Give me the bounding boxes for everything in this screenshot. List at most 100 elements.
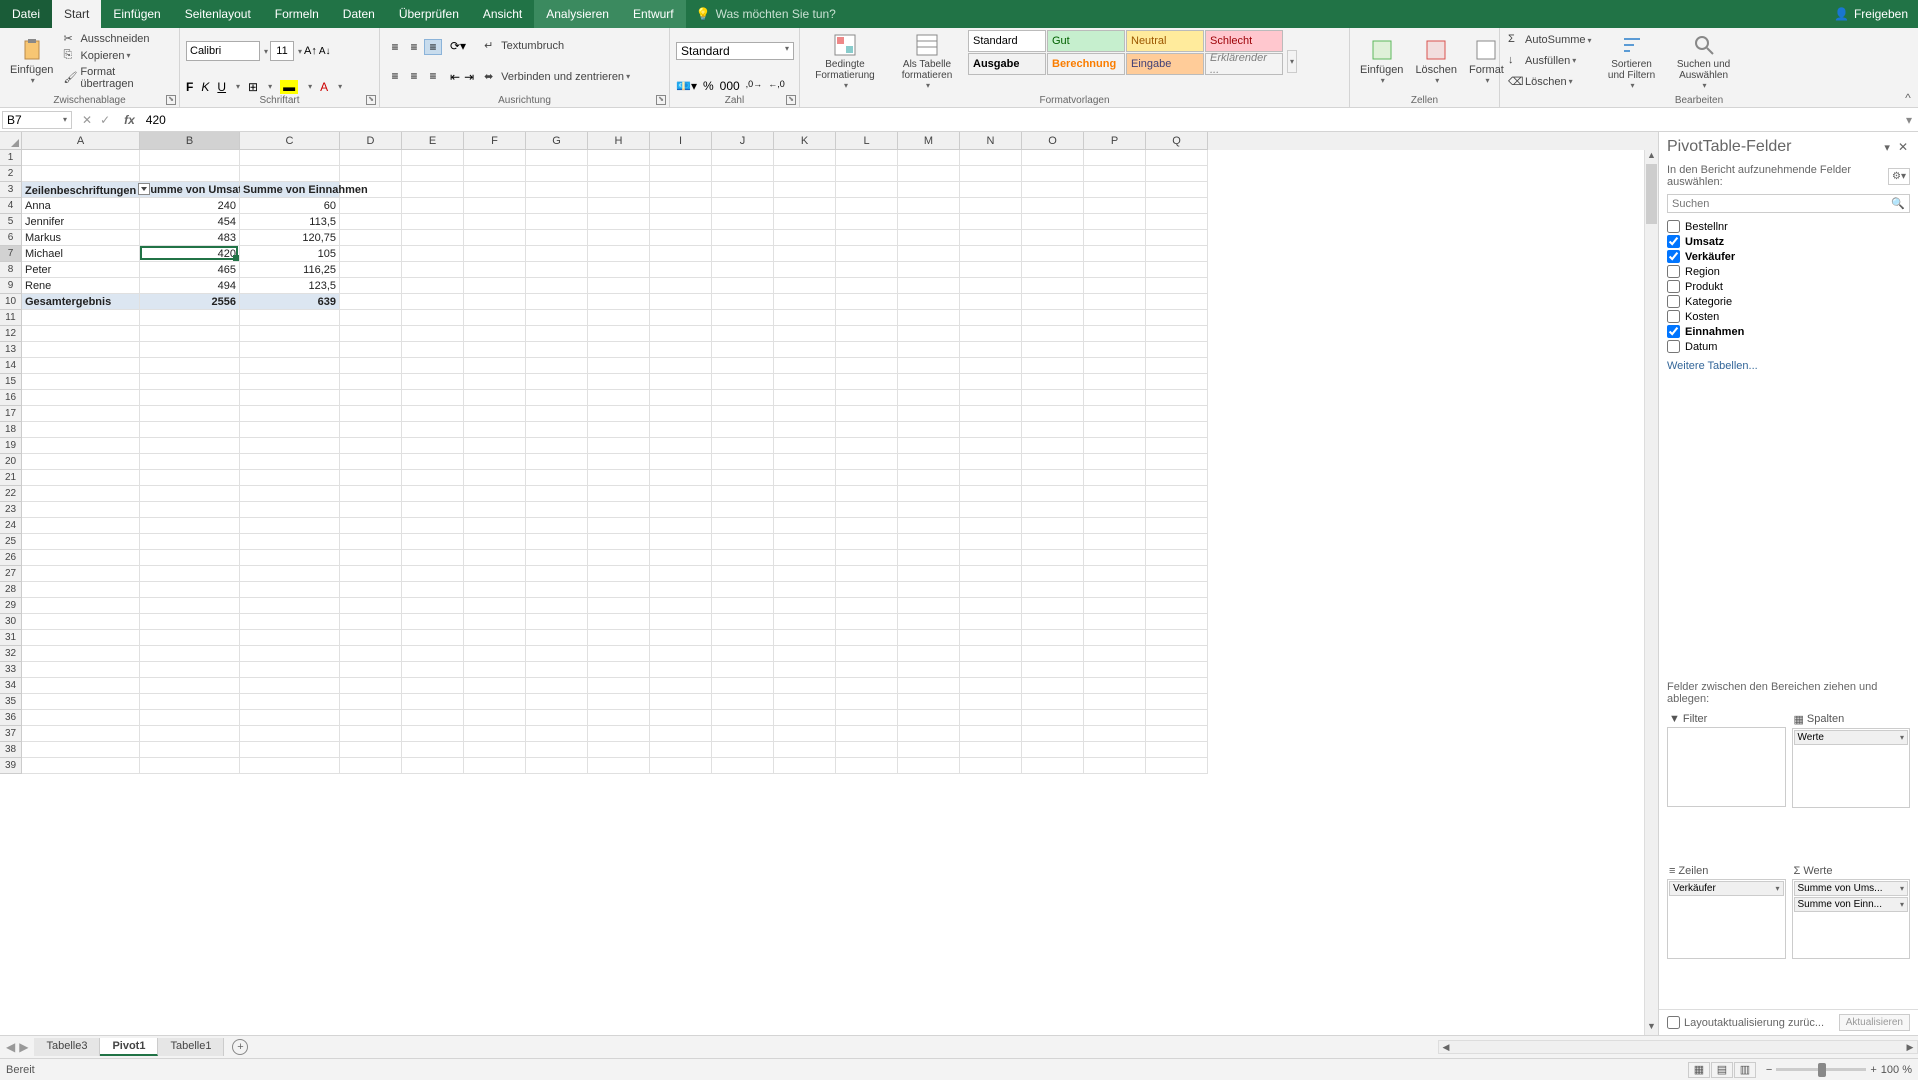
cell[interactable]: [22, 310, 140, 326]
tab-einfuegen[interactable]: Einfügen: [101, 0, 172, 28]
cell[interactable]: [464, 310, 526, 326]
row-header[interactable]: 37: [0, 726, 22, 742]
cell[interactable]: [650, 278, 712, 294]
cell[interactable]: [1022, 742, 1084, 758]
cell[interactable]: [402, 454, 464, 470]
cell[interactable]: [464, 358, 526, 374]
cell[interactable]: [464, 342, 526, 358]
cell[interactable]: [1146, 342, 1208, 358]
cell[interactable]: [464, 182, 526, 198]
cell[interactable]: [340, 662, 402, 678]
cell[interactable]: [402, 502, 464, 518]
cell[interactable]: [402, 518, 464, 534]
cell[interactable]: [588, 518, 650, 534]
cell[interactable]: [340, 678, 402, 694]
increase-indent-button[interactable]: ⇥: [464, 70, 474, 84]
cell[interactable]: [588, 534, 650, 550]
cell[interactable]: [526, 518, 588, 534]
cell[interactable]: [898, 582, 960, 598]
cell[interactable]: [526, 150, 588, 166]
scroll-right-button[interactable]: ▶: [1903, 1042, 1917, 1053]
close-pane-button[interactable]: ✕: [1896, 138, 1910, 156]
cell[interactable]: [464, 758, 526, 774]
cell[interactable]: [1022, 582, 1084, 598]
cell[interactable]: [774, 182, 836, 198]
cell[interactable]: [1022, 518, 1084, 534]
cell[interactable]: [1022, 326, 1084, 342]
cell[interactable]: [240, 342, 340, 358]
column-header[interactable]: H: [588, 132, 650, 150]
cell[interactable]: [588, 278, 650, 294]
cell[interactable]: [526, 678, 588, 694]
cell[interactable]: [464, 214, 526, 230]
cell[interactable]: [526, 326, 588, 342]
cell[interactable]: [774, 582, 836, 598]
cell[interactable]: [960, 326, 1022, 342]
cell[interactable]: [960, 150, 1022, 166]
cell[interactable]: [22, 454, 140, 470]
cell[interactable]: [1022, 182, 1084, 198]
cell[interactable]: [712, 710, 774, 726]
cell[interactable]: [588, 742, 650, 758]
cell[interactable]: 454: [140, 214, 240, 230]
cell[interactable]: [464, 518, 526, 534]
increase-font-button[interactable]: A↑: [304, 45, 317, 57]
pivot-field-item[interactable]: Region: [1667, 264, 1910, 279]
cell[interactable]: [526, 630, 588, 646]
cell[interactable]: [1146, 390, 1208, 406]
cell[interactable]: [340, 182, 402, 198]
cell[interactable]: [774, 342, 836, 358]
cell[interactable]: [712, 486, 774, 502]
cell[interactable]: [1146, 214, 1208, 230]
cell[interactable]: [712, 582, 774, 598]
cell[interactable]: [588, 262, 650, 278]
style-schlecht[interactable]: Schlecht: [1205, 30, 1283, 52]
cell[interactable]: [402, 710, 464, 726]
cell[interactable]: [1022, 230, 1084, 246]
cell[interactable]: [774, 150, 836, 166]
cell[interactable]: [526, 726, 588, 742]
cell[interactable]: [588, 438, 650, 454]
cancel-formula-button[interactable]: ✕: [82, 113, 92, 127]
cell[interactable]: [1022, 486, 1084, 502]
cell[interactable]: [526, 646, 588, 662]
row-header[interactable]: 19: [0, 438, 22, 454]
sort-filter-button[interactable]: Sortieren und Filtern▾: [1596, 30, 1668, 92]
field-checkbox[interactable]: [1667, 295, 1680, 308]
cell[interactable]: [340, 534, 402, 550]
cell[interactable]: [240, 390, 340, 406]
row-header[interactable]: 4: [0, 198, 22, 214]
merge-center-button[interactable]: ⬌Verbinden und zentrieren▾: [480, 69, 634, 85]
percent-format-button[interactable]: %: [703, 79, 714, 93]
values-area[interactable]: ΣWerte Summe von Ums...▾ Summe von Einn.…: [1792, 863, 1911, 1009]
cell[interactable]: [22, 166, 140, 182]
row-header[interactable]: 36: [0, 710, 22, 726]
filter-dropdown-button[interactable]: [138, 183, 150, 195]
cell[interactable]: [650, 358, 712, 374]
tab-datei[interactable]: Datei: [0, 0, 52, 28]
cell[interactable]: [1084, 694, 1146, 710]
cell[interactable]: [588, 198, 650, 214]
cell[interactable]: [1084, 390, 1146, 406]
cell[interactable]: [1022, 390, 1084, 406]
accounting-format-button[interactable]: 💶▾: [676, 79, 697, 93]
align-right-button[interactable]: ≡: [424, 68, 442, 84]
cell[interactable]: [712, 614, 774, 630]
cell[interactable]: [526, 246, 588, 262]
cell[interactable]: [898, 470, 960, 486]
cell[interactable]: [836, 694, 898, 710]
cell[interactable]: [1022, 614, 1084, 630]
cell[interactable]: [140, 550, 240, 566]
cell[interactable]: [712, 550, 774, 566]
cell[interactable]: [1022, 758, 1084, 774]
column-header[interactable]: A: [22, 132, 140, 150]
cell[interactable]: 120,75: [240, 230, 340, 246]
cell[interactable]: [402, 198, 464, 214]
cell[interactable]: [712, 150, 774, 166]
field-search-input[interactable]: 🔍: [1667, 194, 1910, 213]
cell[interactable]: [836, 198, 898, 214]
cell[interactable]: [402, 550, 464, 566]
cell[interactable]: [340, 518, 402, 534]
cell[interactable]: [240, 374, 340, 390]
cell[interactable]: [960, 518, 1022, 534]
